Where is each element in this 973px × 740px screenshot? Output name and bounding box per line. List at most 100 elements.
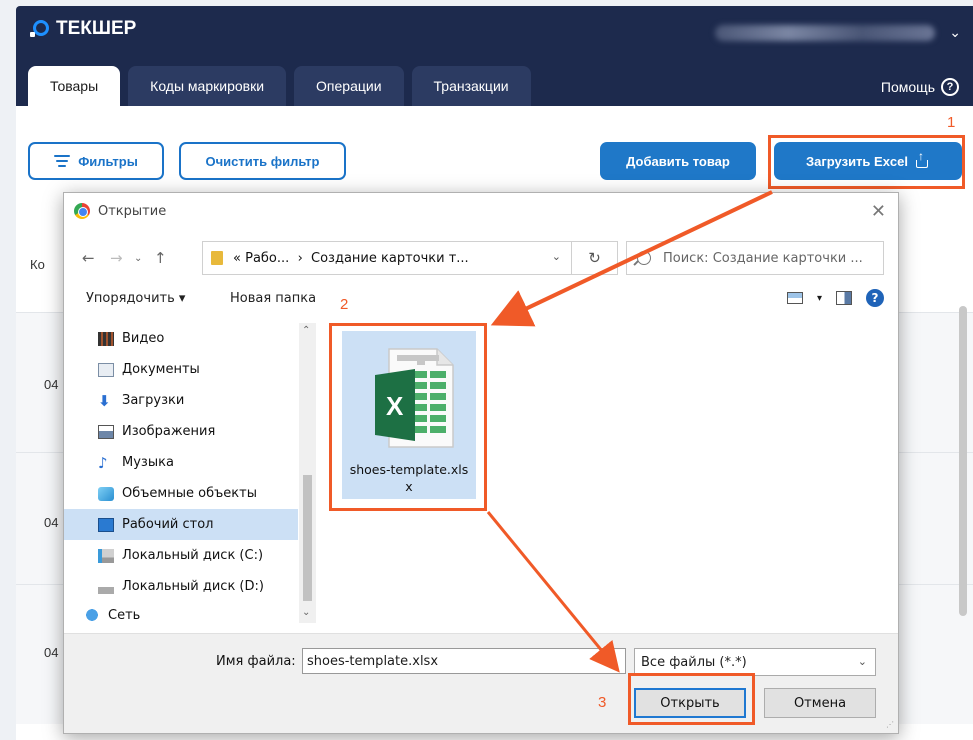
highlight-open-button xyxy=(628,673,755,725)
sidebar-item-desktop[interactable]: Рабочий стол xyxy=(64,509,298,540)
chevron-down-icon: ⌄ xyxy=(857,655,867,668)
logo[interactable]: ТЕКШЕР xyxy=(30,18,136,40)
dialog-title: Открытие xyxy=(74,203,166,219)
sidebar-item-drive-c[interactable]: Локальный диск (C:) xyxy=(64,540,298,571)
row-code: 04 xyxy=(44,515,59,530)
sidebar-item-label: Локальный диск (D:) xyxy=(122,579,264,594)
row-code: 04 xyxy=(44,645,59,660)
drive-icon xyxy=(98,548,114,563)
navigation-bar: ← → ⌄ ↑ « Рабо... › Создание карточки т.… xyxy=(64,239,898,275)
account-name-blurred xyxy=(715,24,936,41)
cancel-button[interactable]: Отмена xyxy=(764,688,876,718)
filter-icon xyxy=(54,155,71,167)
organize-menu[interactable]: Упорядочить ▾ xyxy=(86,291,185,306)
view-mode-icon[interactable] xyxy=(786,292,803,304)
highlight-file-item xyxy=(329,323,487,511)
desktop-icon xyxy=(98,517,114,532)
highlight-upload-excel xyxy=(768,135,965,189)
search-placeholder: Поиск: Создание карточки ... xyxy=(663,250,863,266)
filters-button[interactable]: Фильтры xyxy=(28,142,164,180)
page-scrollbar[interactable] xyxy=(959,306,967,616)
sidebar-item-label: Сеть xyxy=(108,607,141,623)
sidebar-item-images[interactable]: Изображения xyxy=(64,416,298,447)
filetype-value: Все файлы (*.*) xyxy=(641,654,747,670)
folder-icon xyxy=(211,251,223,265)
filename-input[interactable]: shoes-template.xlsx xyxy=(302,648,626,674)
resize-grip-icon[interactable]: ⋰ xyxy=(886,720,894,729)
address-prefix: « xyxy=(233,250,241,266)
download-icon: ⬇ xyxy=(98,391,111,410)
scroll-thumb[interactable] xyxy=(303,475,312,601)
sidebar-item-music[interactable]: ♪ Музыка xyxy=(64,447,298,478)
question-icon: ? xyxy=(941,78,959,96)
sidebar-item-drive-d[interactable]: Локальный диск (D:) xyxy=(64,571,298,602)
view-controls: ▾ ? xyxy=(786,289,884,307)
images-icon xyxy=(98,424,114,439)
close-icon[interactable]: ✕ xyxy=(871,201,886,222)
dialog-title-text: Открытие xyxy=(98,203,167,219)
dialog-footer: Имя файла: shoes-template.xlsx Все файлы… xyxy=(64,633,898,733)
drive-icon xyxy=(98,579,114,594)
add-product-button[interactable]: Добавить товар xyxy=(600,142,756,180)
sidebar-item-label: Документы xyxy=(122,362,200,377)
row-code: 04 xyxy=(44,377,59,392)
address-bar[interactable]: « Рабо... › Создание карточки т... ⌄ xyxy=(202,241,572,275)
help-icon[interactable]: ? xyxy=(866,289,884,307)
navigation-pane: Видео Документы ⬇ Загрузки Изображения ♪… xyxy=(64,323,316,623)
chrome-icon xyxy=(74,203,90,219)
filename-label: Имя файла: xyxy=(216,654,296,669)
help-link[interactable]: Помощь ? xyxy=(881,78,959,96)
documents-icon xyxy=(98,362,114,377)
tab-operations[interactable]: Операции xyxy=(294,66,404,106)
cube-icon xyxy=(98,486,114,501)
logo-icon xyxy=(30,18,52,40)
sidebar-item-label: Музыка xyxy=(122,455,174,470)
sidebar-item-label: Рабочий стол xyxy=(122,517,214,532)
sidebar-item-network[interactable]: Сеть xyxy=(64,605,298,625)
forward-arrow-icon[interactable]: → xyxy=(110,249,123,267)
scroll-up-icon[interactable]: ⌃ xyxy=(302,325,310,336)
filetype-select[interactable]: Все файлы (*.*) ⌄ xyxy=(634,648,876,676)
video-icon xyxy=(98,331,114,346)
step-1-label: 1 xyxy=(947,114,956,131)
filters-label: Фильтры xyxy=(78,153,138,169)
chevron-down-icon[interactable]: ▾ xyxy=(817,293,822,304)
preview-pane-icon[interactable] xyxy=(836,291,852,305)
tab-products[interactable]: Товары xyxy=(28,66,121,106)
logo-text: ТЕКШЕР xyxy=(56,18,137,39)
account-menu[interactable]: ⌄ xyxy=(715,24,961,41)
app-header: ТЕКШЕР ⌄ Товары Коды маркировки Операции… xyxy=(16,6,973,106)
breadcrumb-item[interactable]: Создание карточки т... xyxy=(311,251,469,266)
scroll-down-icon[interactable]: ⌄ xyxy=(302,607,310,618)
chevron-down-icon[interactable]: ⌄ xyxy=(552,250,561,263)
refresh-icon[interactable]: ↻ xyxy=(572,241,618,275)
search-input[interactable]: Поиск: Создание карточки ... xyxy=(626,241,884,275)
network-icon xyxy=(84,608,100,622)
sidebar-item-downloads[interactable]: ⬇ Загрузки xyxy=(64,385,298,416)
breadcrumb-separator: › xyxy=(297,250,303,266)
help-label: Помощь xyxy=(880,79,935,95)
up-arrow-icon[interactable]: ↑ xyxy=(154,249,167,267)
step-2-label: 2 xyxy=(340,296,349,313)
sidebar-item-label: Локальный диск (C:) xyxy=(122,548,264,563)
sidebar-item-video[interactable]: Видео xyxy=(64,323,298,354)
music-icon: ♪ xyxy=(98,453,108,472)
new-folder-button[interactable]: Новая папка xyxy=(230,291,316,306)
dialog-toolbar: Упорядочить ▾ Новая папка ▾ ? xyxy=(64,285,898,315)
sidebar-item-label: Загрузки xyxy=(122,393,185,408)
sidebar-item-label: Видео xyxy=(122,331,165,346)
clear-filter-button[interactable]: Очистить фильтр xyxy=(179,142,346,180)
tab-marking-codes[interactable]: Коды маркировки xyxy=(128,66,287,106)
sidebar-item-documents[interactable]: Документы xyxy=(64,354,298,385)
back-arrow-icon[interactable]: ← xyxy=(82,249,95,267)
navigation-pane-scrollbar[interactable]: ⌃ ⌄ xyxy=(299,323,316,623)
tab-transactions[interactable]: Транзакции xyxy=(411,66,531,106)
sidebar-item-3d-objects[interactable]: Объемные объекты xyxy=(64,478,298,509)
step-3-label: 3 xyxy=(598,694,607,711)
sidebar-item-label: Объемные объекты xyxy=(122,486,257,501)
table-header-code: Ко xyxy=(30,257,45,272)
sidebar-item-label: Изображения xyxy=(122,424,216,439)
chevron-down-icon: ⌄ xyxy=(949,24,961,40)
breadcrumb-item[interactable]: Рабо... xyxy=(245,251,289,266)
recent-dropdown-icon[interactable]: ⌄ xyxy=(134,253,142,264)
